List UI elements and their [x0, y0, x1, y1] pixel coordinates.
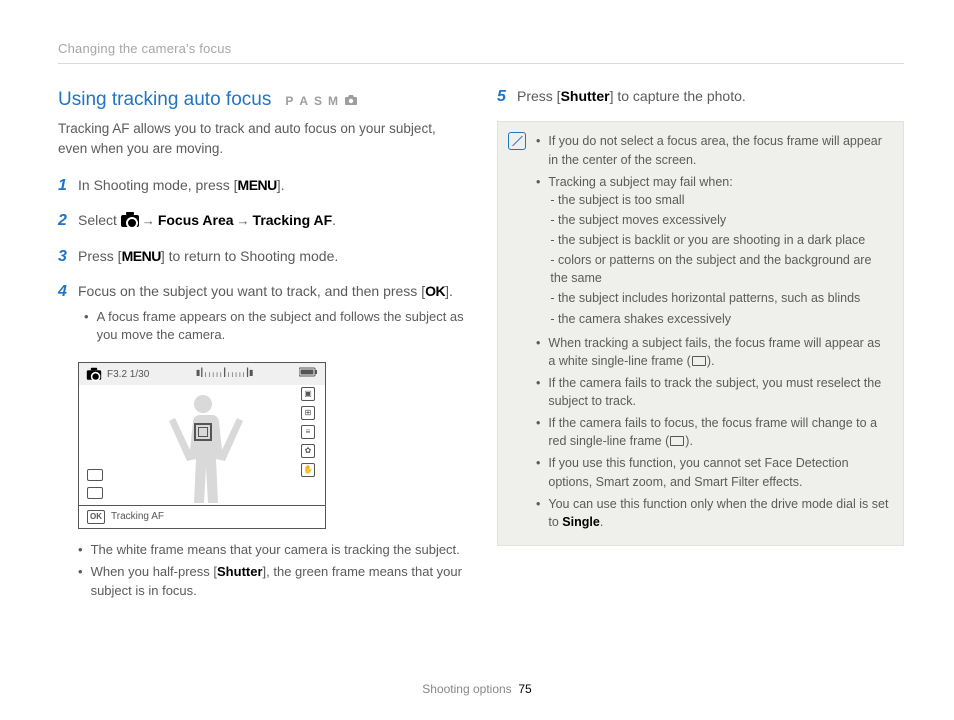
step-1: 1 In Shooting mode, press [MENU]. [58, 175, 465, 197]
note-3: When tracking a subject fails, the focus… [548, 334, 889, 370]
note-4: If the camera fails to track the subject… [548, 374, 889, 410]
step-number: 3 [58, 246, 70, 268]
column-right: 5 Press [Shutter] to capture the photo. … [497, 86, 904, 604]
lcd-mode-label: Tracking AF [111, 510, 164, 525]
page-footer: Shooting options 75 [0, 681, 954, 698]
step-4-sub: A focus frame appears on the subject and… [97, 308, 465, 346]
step-number: 5 [497, 86, 509, 108]
step-number: 2 [58, 210, 70, 232]
after-ss-bullet-2: When you half-press [Shutter], the green… [91, 563, 465, 601]
step-3: 3 Press [MENU] to return to Shooting mod… [58, 246, 465, 268]
note-6: If you use this function, you cannot set… [548, 454, 889, 490]
page-number: 75 [518, 682, 531, 696]
frame-chip-icon [670, 436, 684, 446]
ok-label: OK [425, 283, 445, 299]
mode-m: M [328, 93, 341, 110]
ok-button-icon: OK [87, 510, 105, 524]
arrow-icon: → [139, 213, 158, 228]
step-5-text-a: Press [ [517, 88, 561, 104]
step-number: 4 [58, 281, 70, 348]
mode-s: S [314, 93, 325, 110]
ev-scale-icon: ▮┃╷╷╷╷╷┃╷╷╷╷╷┃▮ [196, 367, 252, 383]
step-3-text-b: ] to return to Shooting mode. [161, 248, 338, 264]
person-silhouette-icon [158, 387, 248, 505]
note-box: If you do not select a focus area, the f… [497, 121, 904, 546]
step-number: 1 [58, 175, 70, 197]
frame-chip-icon [692, 356, 706, 366]
camera-icon [87, 370, 101, 380]
step-5-text-b: ] to capture the photo. [610, 88, 746, 104]
footer-section: Shooting options [422, 682, 511, 696]
camera-mode-icon [344, 94, 358, 111]
section-title: Using tracking auto focus [58, 86, 271, 114]
intro-text: Tracking AF allows you to track and auto… [58, 119, 465, 158]
step-2-end: . [332, 212, 336, 228]
focus-area-label: Focus Area [158, 212, 234, 228]
right-indicator-icon: ≡ [301, 425, 315, 439]
note-2-d5: the subject includes horizontal patterns… [550, 289, 889, 307]
tracking-frame-icon [194, 423, 212, 441]
note-icon [508, 132, 526, 150]
column-left: Using tracking auto focus P A S M Tracki… [58, 86, 465, 604]
note-2-d2: the subject moves excessively [550, 211, 889, 229]
note-1: If you do not select a focus area, the f… [548, 132, 889, 168]
right-indicator-icon: ✋ [301, 463, 315, 477]
shutter-label: Shutter [561, 88, 610, 104]
note-2-d4: colors or patterns on the subject and th… [550, 251, 889, 287]
step-2: 2 Select →Focus Area→Tracking AF. [58, 210, 465, 232]
note-2-d6: the camera shakes excessively [550, 310, 889, 328]
camera-icon [121, 215, 139, 227]
right-indicator-icon: ⊞ [301, 406, 315, 420]
step-5: 5 Press [Shutter] to capture the photo. [497, 86, 904, 108]
mode-badges: P A S M [285, 93, 358, 110]
step-4: 4 Focus on the subject you want to track… [58, 281, 465, 348]
note-7: You can use this function only when the … [548, 495, 889, 531]
note-2: Tracking a subject may fail when: [548, 175, 732, 189]
battery-icon [299, 367, 319, 383]
step-3-text-a: Press [ [78, 248, 122, 264]
note-2-d1: the subject is too small [550, 191, 889, 209]
storage-icon [87, 469, 103, 481]
tracking-af-label: Tracking AF [253, 212, 333, 228]
right-indicator-icon: ✿ [301, 444, 315, 458]
mode-p: P [285, 93, 296, 110]
lcd-preview-illustration: F3.2 1/30 ▮┃╷╷╷╷╷┃╷╷╷╷╷┃▮ [78, 362, 326, 529]
step-1-text-a: In Shooting mode, press [ [78, 177, 238, 193]
after-ss-bullet-1: The white frame means that your camera i… [91, 541, 460, 560]
right-indicator-icon: ▣ [301, 387, 315, 401]
step-4-text-a: Focus on the subject you want to track, … [78, 283, 425, 299]
note-2-d3: the subject is backlit or you are shooti… [550, 231, 889, 249]
page-header: Changing the camera's focus [58, 40, 904, 64]
arrow-icon: → [234, 213, 253, 228]
exposure-readout: F3.2 1/30 [107, 368, 149, 383]
step-4-text-b: ]. [445, 283, 453, 299]
menu-label: MENU [122, 248, 161, 264]
note-5: If the camera fails to focus, the focus … [548, 414, 889, 450]
notes-content: If you do not select a focus area, the f… [536, 132, 889, 535]
quality-icon [87, 487, 103, 499]
step-1-text-b: ]. [277, 177, 285, 193]
menu-label: MENU [238, 177, 277, 193]
step-2-text-a: Select [78, 212, 121, 228]
mode-a: A [299, 93, 311, 110]
